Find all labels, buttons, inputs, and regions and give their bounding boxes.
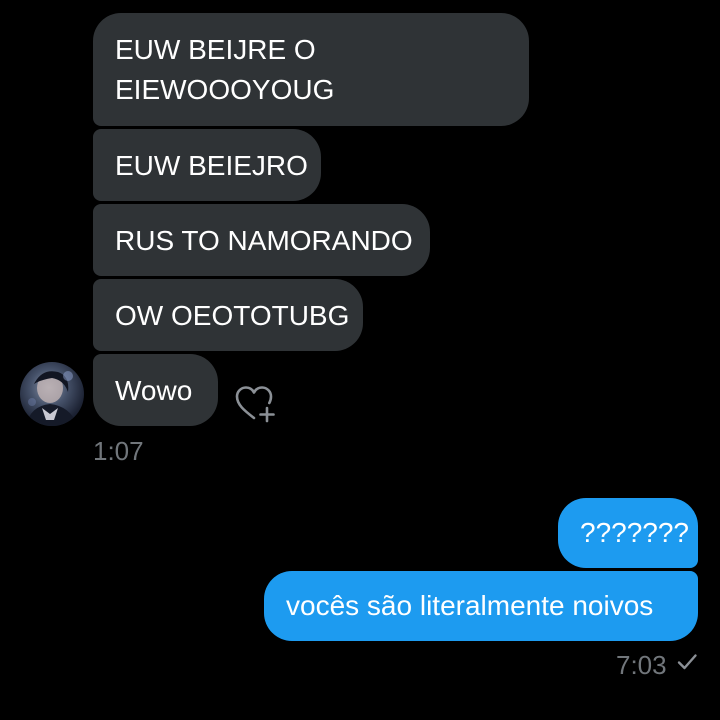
message-text: OW OEOTOTUBG: [115, 300, 350, 331]
avatar-image: [26, 371, 78, 426]
sent-message-bubble[interactable]: vocês são literalmente noivos: [264, 571, 698, 641]
message-text: Wowo: [115, 375, 193, 406]
message-text-line: EUW BEIJRE O: [115, 34, 316, 65]
received-timestamp: 1:07: [93, 436, 144, 466]
received-message-bubble[interactable]: EUW BEIJRE O EIEWOOOYOUG: [93, 13, 529, 126]
message-text: RUS TO NAMORANDO: [115, 225, 413, 256]
sent-timestamp: 7:03: [616, 650, 667, 680]
received-message-bubble[interactable]: EUW BEIEJRO: [93, 129, 321, 201]
message-text: EUW BEIEJRO: [115, 150, 308, 181]
heart-plus-icon[interactable]: [234, 384, 276, 424]
sent-message-bubble[interactable]: ???????: [558, 498, 698, 568]
message-text: ???????: [580, 517, 690, 548]
received-message-bubble[interactable]: Wowo: [93, 354, 218, 426]
contact-avatar[interactable]: [20, 362, 84, 426]
message-text-line: EIEWOOOYOUG: [115, 74, 335, 105]
message-text: vocês são literalmente noivos: [286, 590, 654, 621]
checkmark-icon: [676, 652, 698, 672]
received-message-bubble[interactable]: RUS TO NAMORANDO: [93, 204, 430, 276]
received-message-bubble[interactable]: OW OEOTOTUBG: [93, 279, 363, 351]
